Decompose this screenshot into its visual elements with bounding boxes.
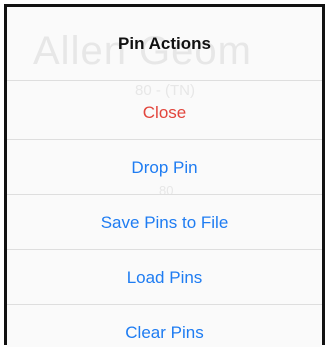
load-pins-button-label: Load Pins bbox=[126, 268, 203, 287]
load-pins-button[interactable]: Load Pins bbox=[7, 250, 322, 305]
sheet-title: Pin Actions bbox=[7, 7, 322, 81]
frame-border bbox=[322, 4, 325, 345]
close-button-label: Close bbox=[142, 103, 187, 122]
screenshot-frame: Allen Geom 80 - (TN) 80 Pin Actions Clos… bbox=[0, 0, 329, 347]
pin-actions-sheet: Allen Geom 80 - (TN) 80 Pin Actions Clos… bbox=[7, 7, 322, 347]
save-pins-button-label: Save Pins to File bbox=[100, 213, 229, 232]
drop-pin-button[interactable]: Drop Pin bbox=[7, 140, 322, 195]
drop-pin-button-label: Drop Pin bbox=[131, 158, 198, 177]
close-button[interactable]: Close bbox=[7, 81, 322, 140]
save-pins-button[interactable]: Save Pins to File bbox=[7, 195, 322, 250]
clear-pins-button[interactable]: Clear Pins bbox=[7, 305, 322, 360]
clear-pins-button-label: Clear Pins bbox=[125, 323, 204, 342]
sheet-title-text: Pin Actions bbox=[118, 34, 211, 53]
